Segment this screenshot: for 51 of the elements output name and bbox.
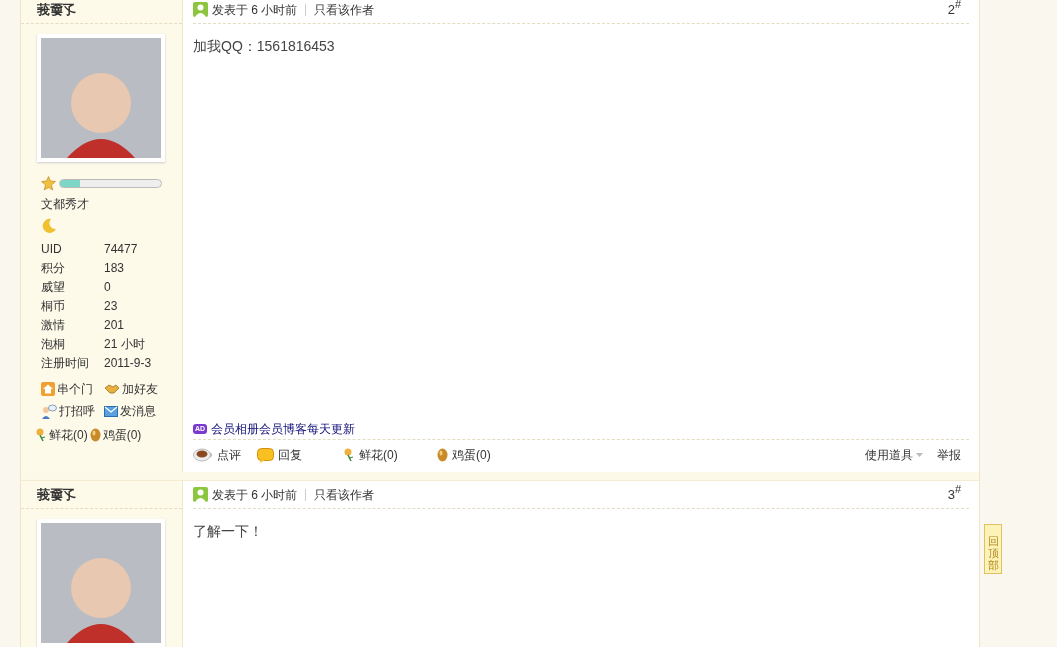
gift-link[interactable]: 鸡蛋(0) [89, 426, 142, 444]
post-time: 发表于 6 小时前 [212, 1, 298, 19]
floor-number: 3$^{#}$ [947, 484, 961, 504]
speech-bubble-icon [257, 447, 274, 463]
post-action-link[interactable]: 鲜花(0) [343, 446, 437, 464]
stat-value: 23 [104, 297, 118, 315]
use-tools-dropdown[interactable]: 使用道具 [865, 446, 923, 464]
ad-link[interactable]: 会员相册会员博客每天更新 [211, 419, 356, 438]
stat-label: 积分 [41, 259, 66, 277]
report-link[interactable]: 举报 [937, 446, 961, 464]
gift-link[interactable]: 鲜花(0) [35, 426, 88, 444]
stat-value: 74477 [104, 240, 138, 258]
flower-icon [35, 428, 47, 442]
post-content: 加我QQ：1561816453 [193, 37, 336, 56]
rank-title: 文都秀才 [40, 196, 90, 213]
stat-value: 2011-9-3 [104, 354, 152, 372]
user-icon [193, 487, 208, 502]
chat-person-icon [41, 403, 57, 419]
moon-icon [41, 218, 57, 234]
post-action-link[interactable]: 回复 [257, 446, 343, 464]
stat-label: 激情 [41, 316, 66, 334]
caret-icon [916, 453, 923, 457]
profile-action-link[interactable]: 加好友 [104, 380, 174, 398]
author-name: 莪嫑孓 [37, 485, 76, 504]
stat-label: 桐币 [41, 297, 66, 315]
envelope-icon [104, 405, 118, 417]
post-content: 了解一下！ [193, 522, 264, 541]
post-action-link[interactable]: 鸡蛋(0) [437, 446, 517, 464]
egg-icon [437, 448, 448, 462]
stat-value: 0 [104, 278, 111, 296]
star-badge-icon [41, 176, 56, 191]
floor-number: 2$^{#}$ [947, 0, 961, 19]
stat-value: 201 [104, 316, 125, 334]
profile-action-link[interactable]: 串个门 [41, 380, 104, 398]
only-author-link[interactable]: 只看该作者 [314, 0, 375, 19]
profile-action-link[interactable]: 发消息 [104, 402, 174, 420]
only-author-link[interactable]: 只看该作者 [314, 485, 375, 504]
egg-icon [89, 428, 101, 442]
post-time: 发表于 6 小时前 [212, 486, 298, 504]
stat-label: 威望 [41, 278, 66, 296]
house-icon [41, 382, 55, 396]
stat-value: 183 [104, 259, 125, 277]
stat-label: UID [41, 240, 63, 258]
flower-icon [343, 448, 355, 462]
stat-label: 注册时间 [41, 354, 90, 372]
author-name: 莪嫑孓 [37, 0, 76, 19]
profile-action-link[interactable]: 打招呼 [41, 402, 104, 420]
post-action-link[interactable]: 点评 [193, 446, 257, 464]
stat-value: 21 小时 [104, 335, 145, 353]
coffee-cup-icon [193, 448, 213, 462]
stat-label: 泡桐 [41, 335, 66, 353]
